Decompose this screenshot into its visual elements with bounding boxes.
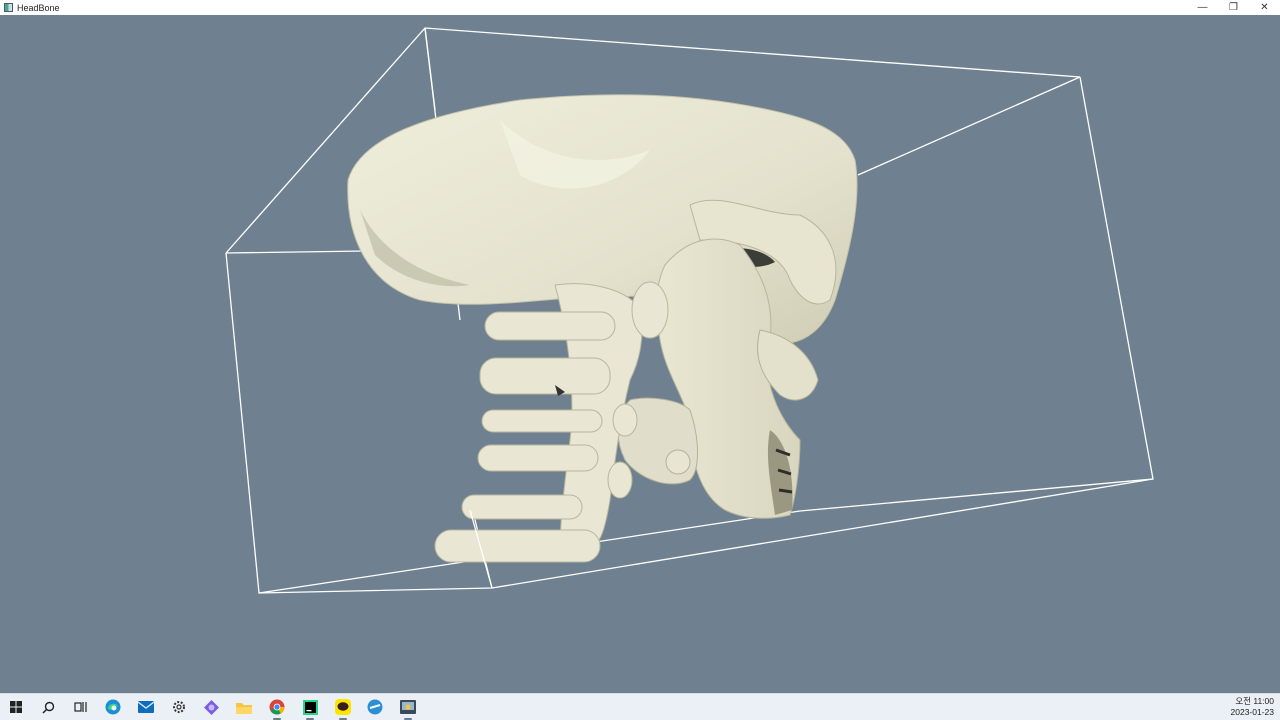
window-title: HeadBone — [17, 2, 60, 13]
window-titlebar: HeadBone — ❐ ✕ — [0, 0, 1280, 15]
minimize-button[interactable]: — — [1187, 0, 1218, 15]
settings-gear-icon[interactable] — [170, 698, 188, 716]
task-view-icon[interactable] — [71, 698, 89, 716]
app-blue-icon[interactable] — [366, 698, 384, 716]
file-explorer-icon[interactable] — [235, 698, 253, 716]
pycharm-icon[interactable] — [301, 698, 319, 720]
search-icon[interactable] — [39, 698, 57, 716]
taskbar: 오전 11:00 2023-01-23 — [0, 693, 1280, 720]
python-app-icon[interactable] — [399, 698, 417, 720]
app-purple-icon[interactable] — [202, 698, 220, 716]
system-clock[interactable]: 오전 11:00 2023-01-23 — [1231, 696, 1274, 718]
edge-browser-icon[interactable] — [104, 698, 122, 716]
app-icon — [4, 3, 13, 12]
restore-button[interactable]: ❐ — [1218, 0, 1249, 15]
kakaotalk-icon[interactable] — [334, 698, 352, 720]
mail-icon[interactable] — [137, 698, 155, 716]
clock-date: 2023-01-23 — [1230, 707, 1274, 717]
render-viewport[interactable] — [0, 15, 1280, 693]
skull-model[interactable] — [347, 94, 858, 563]
window-controls: — ❐ ✕ — [1187, 0, 1280, 15]
clock-time: 오전 11:00 — [1235, 696, 1274, 706]
chrome-icon[interactable] — [268, 698, 286, 720]
cervical-spine — [434, 281, 669, 563]
close-button[interactable]: ✕ — [1249, 0, 1280, 15]
windows-start-icon[interactable] — [7, 698, 25, 716]
render-canvas[interactable] — [0, 15, 1280, 693]
